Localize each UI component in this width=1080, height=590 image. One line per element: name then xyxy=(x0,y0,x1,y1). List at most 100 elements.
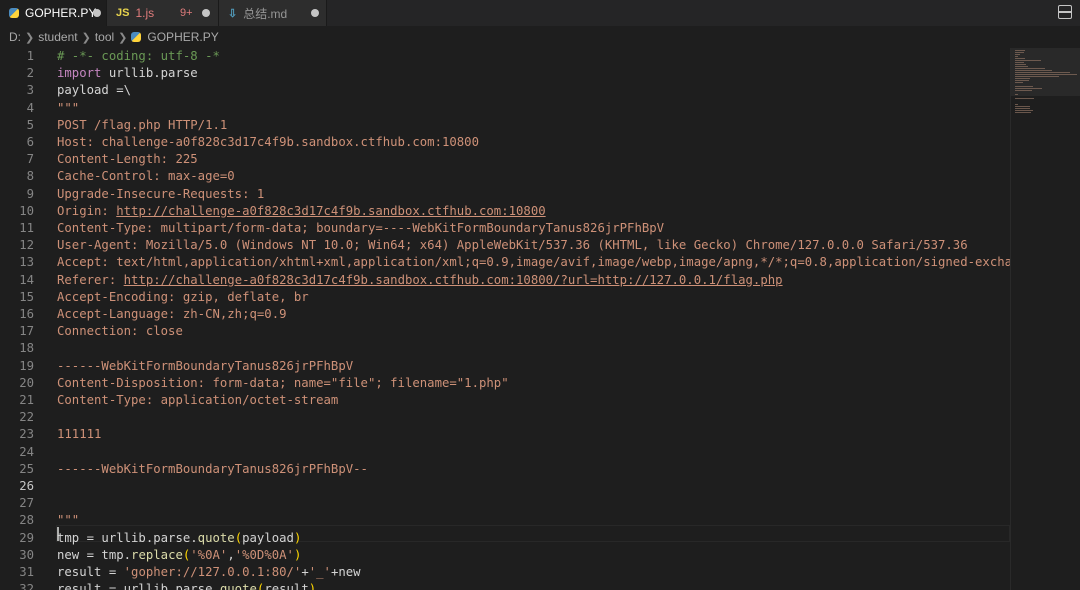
code-text: ------WebKitFormBoundaryTanus826jrPFhBpV… xyxy=(57,461,368,476)
line-number: 7 xyxy=(26,152,34,167)
tab-bar: GOPHER.PY JS 1.js 9+ ⇩ 总结.md xyxy=(0,0,1080,26)
code-line[interactable]: 28 """ xyxy=(0,512,1010,529)
line-number: 21 xyxy=(19,393,34,407)
breadcrumb-file[interactable]: GOPHER.PY xyxy=(147,30,218,44)
line-number: 23 xyxy=(19,427,34,442)
code-line[interactable]: 5 POST /flag.php HTTP/1.1 xyxy=(0,117,1010,134)
code-text: Content-Length: 225 xyxy=(57,152,198,167)
code-editor[interactable]: 1 # -*- coding: utf-8 -* 2 import urllib.pa… xyxy=(0,48,1010,590)
code-line[interactable]: 18 xyxy=(0,340,1010,357)
code-text: """ xyxy=(57,513,80,528)
code-text: 111111 xyxy=(57,427,102,442)
code-line[interactable]: 14 Referer: http://challenge-a0f828c3d17c… xyxy=(0,272,1010,289)
code-text: POST /flag.php HTTP/1.1 xyxy=(57,117,228,132)
code-line[interactable]: 20 Content-Disposition: form-data; name="… xyxy=(0,375,1010,392)
code-text: # -*- coding: utf-8 -* xyxy=(57,49,220,63)
line-number: 4 xyxy=(26,100,34,115)
line-number: 29 xyxy=(19,530,34,545)
code-line[interactable]: 8 Cache-Control: max-age=0 xyxy=(0,168,1010,185)
code-text: Accept-Encoding: gzip, deflate, br xyxy=(57,289,309,304)
code-line[interactable]: 31 result = 'gopher://127.0.0.1:80/'+'_'+… xyxy=(0,564,1010,581)
line-number: 28 xyxy=(19,513,34,528)
code-line[interactable]: 26 xyxy=(0,478,1010,495)
tab-1-js[interactable]: JS 1.js 9+ xyxy=(107,0,219,26)
modified-dot-icon[interactable] xyxy=(93,9,101,17)
code-text: result = 'gopher://127.0.0.1:80/'+'_'+ne… xyxy=(57,565,361,579)
tab-summary-md[interactable]: ⇩ 总结.md xyxy=(219,0,327,26)
code-line[interactable]: 25 ------WebKitFormBoundaryTanus826jrPFhB… xyxy=(0,461,1010,478)
line-number: 5 xyxy=(26,117,34,132)
code-text: payload =\ xyxy=(57,83,132,98)
line-number: 17 xyxy=(19,324,34,339)
code-text: Accept-Language: zh-CN,zh;q=0.9 xyxy=(57,307,287,321)
tab-label: 1.js xyxy=(135,6,155,20)
code-text: Accept: text/html,application/xhtml+xml,… xyxy=(57,255,1010,270)
code-line[interactable]: 27 xyxy=(0,495,1010,512)
line-number: 11 xyxy=(19,221,34,235)
modified-dot-icon[interactable] xyxy=(311,9,319,17)
markdown-icon: ⇩ xyxy=(228,7,238,20)
tab-gopher-py[interactable]: GOPHER.PY xyxy=(0,0,107,26)
code-line[interactable]: 23 111111 xyxy=(0,426,1010,443)
code-text: Host: challenge-a0f828c3d17c4f9b.sandbox… xyxy=(57,135,479,149)
code-text: Cache-Control: max-age=0 xyxy=(57,169,235,184)
breadcrumb: D: ❯ student ❯ tool ❯ GOPHER.PY xyxy=(0,26,1080,48)
code-line[interactable]: 30 new = tmp.replace('%0A','%0D%0A') xyxy=(0,547,1010,564)
code-text: Connection: close xyxy=(57,324,183,339)
code-line[interactable]: 12 User-Agent: Mozilla/5.0 (Windows NT 10… xyxy=(0,237,1010,254)
line-number: 13 xyxy=(19,255,34,270)
code-line[interactable]: 17 Connection: close xyxy=(0,323,1010,340)
breadcrumb-drive[interactable]: D: xyxy=(9,30,21,44)
line-number: 8 xyxy=(26,169,34,184)
line-number: 32 xyxy=(19,582,34,590)
minimap-line xyxy=(1015,94,1018,96)
code-line[interactable]: 9 Upgrade-Insecure-Requests: 1 xyxy=(0,186,1010,203)
line-number: 9 xyxy=(26,186,34,201)
code-line[interactable]: 22 xyxy=(0,409,1010,426)
code-text: new = tmp.replace('%0A','%0D%0A') xyxy=(57,547,302,562)
code-line[interactable]: 32 result = urllib.parse.quote(result) xyxy=(0,581,1010,590)
code-text: User-Agent: Mozilla/5.0 (Windows NT 10.0… xyxy=(57,238,968,253)
breadcrumb-folder-tool[interactable]: tool xyxy=(95,30,114,44)
code-text: import urllib.parse xyxy=(57,66,198,81)
split-editor-icon[interactable] xyxy=(1058,5,1072,19)
code-line[interactable]: 16 Accept-Language: zh-CN,zh;q=0.9 xyxy=(0,306,1010,323)
line-number: 20 xyxy=(19,375,34,390)
modified-dot-icon[interactable] xyxy=(202,9,210,17)
line-number: 15 xyxy=(19,289,34,304)
minimap-line xyxy=(1015,98,1034,100)
line-number: 24 xyxy=(19,444,34,459)
code-line[interactable]: 7 Content-Length: 225 xyxy=(0,151,1010,168)
python-icon xyxy=(9,8,19,18)
code-text: Content-Type: multipart/form-data; bound… xyxy=(57,221,665,235)
code-line[interactable]: 13 Accept: text/html,application/xhtml+xm… xyxy=(0,254,1010,271)
code-line[interactable]: 19 ------WebKitFormBoundaryTanus826jrPFhB… xyxy=(0,358,1010,375)
line-number: 16 xyxy=(19,307,34,321)
minimap-line xyxy=(1015,82,1023,84)
code-line[interactable]: 10 Origin: http://challenge-a0f828c3d17c4… xyxy=(0,203,1010,220)
js-icon: JS xyxy=(116,7,130,19)
code-line[interactable]: 29 tmp = urllib.parse.quote(payload) xyxy=(0,530,1010,547)
breadcrumb-folder-student[interactable]: student xyxy=(38,30,77,44)
code-line[interactable]: 2 import urllib.parse xyxy=(0,65,1010,82)
minimap[interactable] xyxy=(1010,48,1080,590)
code-line[interactable]: 3 payload =\ xyxy=(0,82,1010,99)
minimap-line xyxy=(1015,90,1033,92)
code-line[interactable]: 6 Host: challenge-a0f828c3d17c4f9b.sandbo… xyxy=(0,134,1010,151)
code-line[interactable]: 4 """ xyxy=(0,100,1010,117)
line-number: 3 xyxy=(26,83,34,98)
code-text: Origin: http://challenge-a0f828c3d17c4f9… xyxy=(57,203,546,218)
code-line[interactable]: 1 # -*- coding: utf-8 -* xyxy=(0,48,1010,65)
code-text: result = urllib.parse.quote(result) xyxy=(57,582,317,590)
code-line[interactable]: 21 Content-Type: application/octet-stream xyxy=(0,392,1010,409)
code-line[interactable]: 11 Content-Type: multipart/form-data; bou… xyxy=(0,220,1010,237)
code-text: ------WebKitFormBoundaryTanus826jrPFhBpV xyxy=(57,358,354,373)
code-text: """ xyxy=(57,100,80,115)
code-line[interactable]: 15 Accept-Encoding: gzip, deflate, br xyxy=(0,289,1010,306)
chevron-right-icon: ❯ xyxy=(81,31,91,44)
line-number: 25 xyxy=(19,461,34,476)
code-text: tmp = urllib.parse.quote(payload) xyxy=(57,530,302,545)
code-line[interactable]: 24 xyxy=(0,444,1010,461)
chevron-right-icon: ❯ xyxy=(25,31,35,44)
line-number: 27 xyxy=(19,496,34,511)
